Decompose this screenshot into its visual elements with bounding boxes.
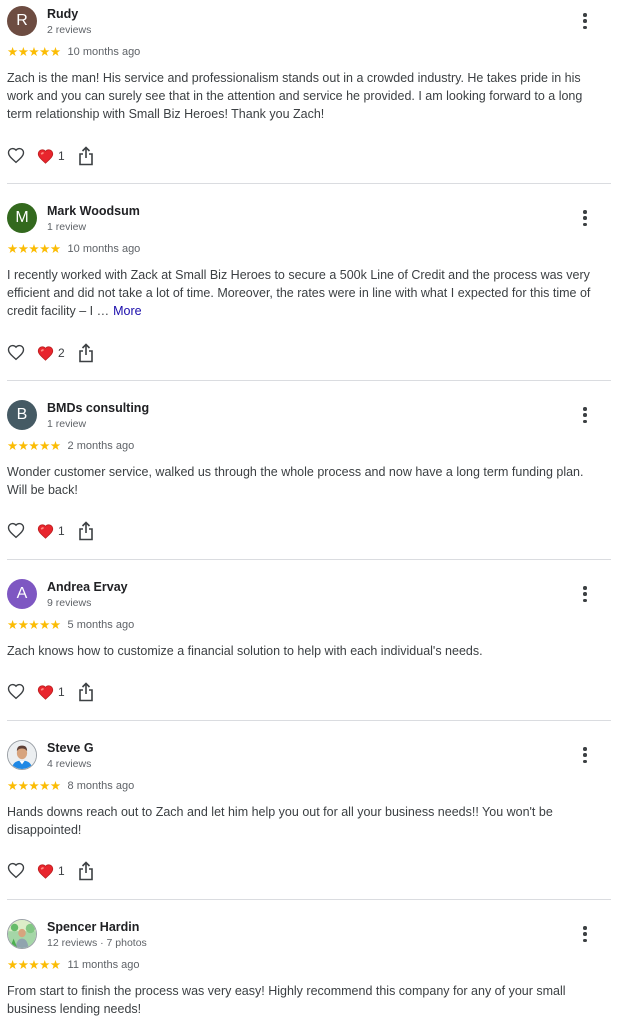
red-heart-icon: [37, 345, 54, 361]
rating-row: ★★★★★ 11 months ago: [7, 958, 140, 972]
reviewer-name[interactable]: Andrea Ervay: [47, 580, 128, 594]
divider: [7, 380, 611, 381]
divider: [7, 720, 611, 721]
red-heart-icon: [37, 148, 54, 164]
reaction-count: 1: [58, 524, 65, 538]
reviewer-name[interactable]: Mark Woodsum: [47, 204, 140, 218]
review-text-content: I recently worked with Zack at Small Biz…: [7, 268, 591, 318]
share-icon[interactable]: [78, 521, 94, 541]
review-header: Spencer Hardin 12 reviews · 7 photos: [7, 918, 607, 950]
reviewer-meta: 9 reviews: [47, 597, 92, 609]
more-vert-icon[interactable]: [577, 11, 593, 31]
review-actions: 1: [7, 521, 127, 541]
more-vert-icon[interactable]: [577, 745, 593, 765]
reaction-count: 1: [58, 864, 65, 878]
more-link[interactable]: More: [113, 304, 141, 318]
share-icon[interactable]: [78, 861, 94, 881]
review-text-content: Wonder customer service, walked us throu…: [7, 465, 584, 497]
star-rating: ★★★★★: [7, 242, 61, 256]
review-time: 11 months ago: [67, 959, 140, 971]
heart-outline-icon[interactable]: [7, 683, 25, 701]
star-rating: ★★★★★: [7, 958, 61, 972]
review-time: 2 months ago: [67, 440, 135, 452]
avatar[interactable]: M: [7, 203, 37, 233]
review-text: I recently worked with Zack at Small Biz…: [7, 266, 607, 320]
review-text: Zach knows how to customize a financial …: [7, 642, 607, 660]
avatar[interactable]: [7, 919, 37, 949]
review-header: R Rudy 2 reviews: [7, 5, 607, 37]
review-text: Wonder customer service, walked us throu…: [7, 463, 607, 499]
reaction-group[interactable]: 2: [37, 343, 65, 363]
review-header: B BMDs consulting 1 review: [7, 399, 607, 431]
more-vert-icon[interactable]: [577, 208, 593, 228]
reaction-group[interactable]: 1: [37, 146, 65, 166]
star-rating: ★★★★★: [7, 618, 61, 632]
reaction-group[interactable]: 1: [37, 861, 65, 881]
review-text-content: Zach is the man! His service and profess…: [7, 71, 583, 121]
heart-outline-icon[interactable]: [7, 147, 25, 165]
rating-row: ★★★★★ 10 months ago: [7, 242, 140, 256]
review-text-content: Hands downs reach out to Zach and let hi…: [7, 805, 553, 837]
review-text-content: Zach knows how to customize a financial …: [7, 644, 483, 658]
share-icon[interactable]: [78, 146, 94, 166]
reviewer-name[interactable]: Steve G: [47, 741, 94, 755]
share-icon[interactable]: [78, 682, 94, 702]
heart-outline-icon[interactable]: [7, 344, 25, 362]
avatar[interactable]: [7, 740, 37, 770]
more-vert-icon[interactable]: [577, 584, 593, 604]
review-actions: 1: [7, 861, 127, 881]
rating-row: ★★★★★ 10 months ago: [7, 45, 140, 59]
reviewer-meta: 1 review: [47, 418, 87, 430]
reviewer-meta: 2 reviews: [47, 24, 92, 36]
reviewer-meta: 1 review: [47, 221, 87, 233]
avatar[interactable]: B: [7, 400, 37, 430]
review-text-content: From start to finish the process was ver…: [7, 984, 566, 1016]
star-rating: ★★★★★: [7, 439, 61, 453]
review-text: From start to finish the process was ver…: [7, 982, 607, 1018]
review-header: A Andrea Ervay 9 reviews: [7, 578, 607, 610]
red-heart-icon: [37, 523, 54, 539]
reviewer-name[interactable]: BMDs consulting: [47, 401, 149, 415]
reviewer-meta: 4 reviews: [47, 758, 92, 770]
reaction-count: 2: [58, 346, 65, 360]
review-header: M Mark Woodsum 1 review: [7, 202, 607, 234]
profile-photo-icon: [8, 920, 36, 948]
review-time: 5 months ago: [67, 619, 135, 631]
review-actions: 2: [7, 343, 127, 363]
review-actions: 1: [7, 682, 127, 702]
star-rating: ★★★★★: [7, 45, 61, 59]
star-rating: ★★★★★: [7, 779, 61, 793]
reaction-group[interactable]: 1: [37, 521, 65, 541]
review-text: Zach is the man! His service and profess…: [7, 69, 607, 123]
reviewer-name[interactable]: Rudy: [47, 7, 78, 21]
review-text: Hands downs reach out to Zach and let hi…: [7, 803, 607, 839]
reviewer-meta: 12 reviews · 7 photos: [47, 937, 147, 949]
reviewer-name[interactable]: Spencer Hardin: [47, 920, 139, 934]
avatar[interactable]: R: [7, 6, 37, 36]
red-heart-icon: [37, 684, 54, 700]
avatar[interactable]: A: [7, 579, 37, 609]
review-actions: 1: [7, 146, 127, 166]
rating-row: ★★★★★ 5 months ago: [7, 618, 134, 632]
divider: [7, 559, 611, 560]
profile-photo-icon: [8, 741, 36, 769]
review-time: 10 months ago: [67, 243, 141, 255]
review-header: Steve G 4 reviews: [7, 739, 607, 771]
divider: [7, 183, 611, 184]
more-vert-icon[interactable]: [577, 405, 593, 425]
divider: [7, 899, 611, 900]
review-time: 10 months ago: [67, 46, 141, 58]
heart-outline-icon[interactable]: [7, 522, 25, 540]
more-vert-icon[interactable]: [577, 924, 593, 944]
reaction-count: 1: [58, 149, 65, 163]
heart-outline-icon[interactable]: [7, 862, 25, 880]
rating-row: ★★★★★ 8 months ago: [7, 779, 134, 793]
share-icon[interactable]: [78, 343, 94, 363]
reaction-count: 1: [58, 685, 65, 699]
rating-row: ★★★★★ 2 months ago: [7, 439, 134, 453]
reaction-group[interactable]: 1: [37, 682, 65, 702]
review-time: 8 months ago: [67, 780, 135, 792]
red-heart-icon: [37, 863, 54, 879]
